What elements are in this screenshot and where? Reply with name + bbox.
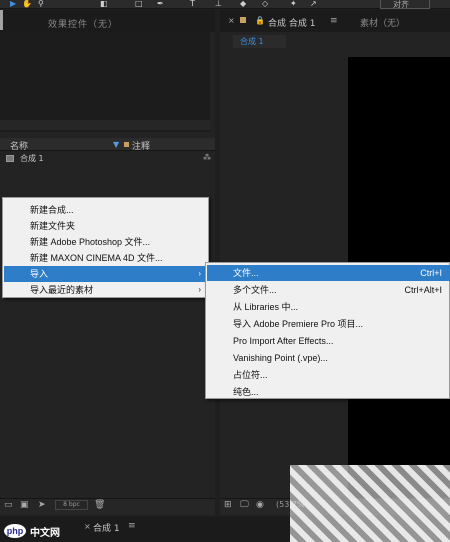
clone-tool-icon[interactable]: ◆ — [240, 0, 246, 8]
effects-controls-tab[interactable]: 效果控件（无） — [48, 17, 118, 30]
vr-icon[interactable]: ◉ — [256, 500, 264, 510]
text-tool-icon[interactable]: T — [190, 0, 195, 8]
chevron-right-icon: › — [198, 269, 201, 278]
zoom-tool-icon[interactable]: ⚲ — [38, 0, 44, 8]
project-preview-area — [0, 32, 210, 132]
align-workspace[interactable]: 对齐 — [380, 0, 430, 9]
composition-icon — [6, 155, 14, 162]
submenu-vanishing-point[interactable]: Vanishing Point (.vpe)... — [207, 350, 450, 366]
flowchart-icon[interactable]: ⁂ — [203, 153, 211, 162]
eraser-tool-icon[interactable]: ◇ — [262, 0, 268, 8]
submenu-file[interactable]: 文件... Ctrl+I — [207, 265, 450, 281]
new-folder-icon[interactable]: ▣ — [20, 500, 29, 510]
submenu-placeholder[interactable]: 占位符... — [207, 367, 450, 383]
submenu-solid[interactable]: 纯色... — [207, 384, 450, 400]
column-note-label[interactable]: 注释 — [132, 139, 150, 152]
project-footer — [0, 498, 215, 515]
brush-tool-icon[interactable]: ⊥ — [215, 0, 222, 8]
monitor-icon[interactable]: 🖵 — [240, 500, 249, 510]
watermark-pattern — [290, 465, 450, 542]
viewer-tab[interactable]: 合成 合成 1 — [268, 16, 315, 29]
pin-tool-icon[interactable]: ↗ — [310, 0, 317, 8]
submenu-multiple-files[interactable]: 多个文件... Ctrl+Alt+I — [207, 282, 450, 298]
project-column-header — [0, 138, 215, 151]
chevron-right-icon: › — [198, 285, 201, 294]
column-name-label[interactable]: 名称 — [10, 139, 28, 152]
submenu-from-libraries[interactable]: 从 Libraries 中... — [207, 299, 450, 315]
menu-import[interactable]: 导入 › — [4, 266, 209, 282]
project-preview-scrollbar[interactable] — [0, 120, 210, 130]
timeline-close-icon[interactable]: × — [84, 522, 91, 531]
watermark-logo: php — [4, 524, 26, 538]
sort-chevron-icon[interactable]: ▼ — [113, 140, 119, 149]
menu-new-composition[interactable]: 新建合成... — [4, 202, 209, 218]
comp-color-icon — [240, 17, 246, 23]
menu-new-cinema4d-file[interactable]: 新建 MAXON CINEMA 4D 文件... — [4, 250, 209, 266]
camera-tool-icon[interactable]: ◧ — [100, 0, 108, 8]
selection-tool-icon[interactable]: ▶ — [10, 0, 16, 8]
pen-tool-icon[interactable]: ✒ — [157, 0, 164, 8]
lock-icon[interactable]: 🔒 — [255, 16, 265, 25]
puppet-tool-icon[interactable]: ✦ — [290, 0, 297, 8]
timeline-menu-icon[interactable]: ≡ — [128, 521, 136, 531]
import-submenu: 文件... Ctrl+I 多个文件... Ctrl+Alt+I 从 Librarie… — [205, 262, 450, 399]
label-color-icon — [124, 142, 129, 147]
interpret-footage-icon[interactable]: ▭ — [4, 500, 13, 510]
view-options-icon[interactable]: ⊞ — [224, 500, 232, 510]
project-item-label: 合成 1 — [20, 154, 44, 163]
trash-icon[interactable]: 🗑 — [94, 500, 105, 510]
watermark-text: 中文网 — [30, 528, 60, 539]
toolbar: ▶ ✋ ⚲ ◧ □ ✒ T ⊥ ◆ ◇ ✦ ↗ 对齐 — [0, 0, 450, 9]
menu-import-recent[interactable]: 导入最近的素材 › — [4, 282, 209, 298]
timeline-tab[interactable]: 合成 1 — [93, 521, 120, 534]
submenu-import-premiere[interactable]: 导入 Adobe Premiere Pro 项目... — [207, 316, 450, 332]
hand-tool-icon[interactable]: ✋ — [22, 0, 32, 8]
submenu-pro-import[interactable]: Pro Import After Effects... — [207, 333, 450, 349]
menu-new-photoshop-file[interactable]: 新建 Adobe Photoshop 文件... — [4, 234, 209, 250]
context-menu: 新建合成... 新建文件夹 新建 Adobe Photoshop 文件... 新… — [2, 197, 209, 298]
new-composition-icon[interactable]: ➤ — [38, 500, 46, 510]
footage-tab[interactable]: 素材（无） — [360, 16, 405, 29]
bit-depth-button[interactable]: 8 bpc — [55, 500, 88, 510]
project-tab-marker[interactable] — [0, 10, 3, 30]
tab-menu-icon[interactable]: ≡ — [330, 16, 338, 26]
menu-new-folder[interactable]: 新建文件夹 — [4, 218, 209, 234]
close-icon[interactable]: × — [228, 16, 235, 25]
comp-subtab-label[interactable]: 合成 1 — [240, 36, 264, 47]
rectangle-tool-icon[interactable]: □ — [135, 0, 143, 8]
